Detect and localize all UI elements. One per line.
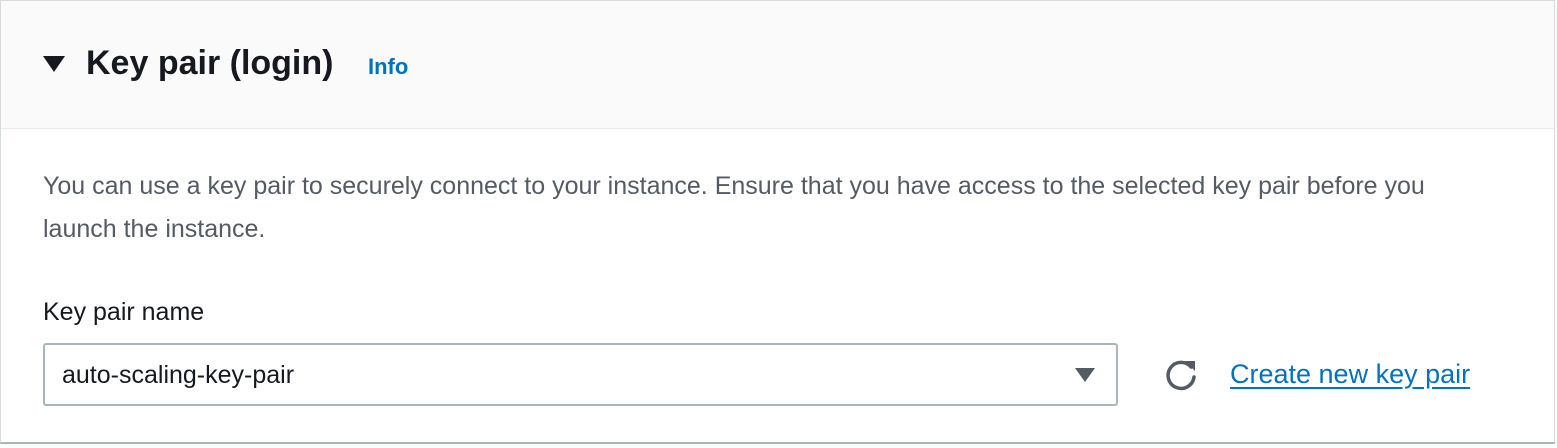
refresh-icon[interactable] [1161,355,1201,395]
info-link[interactable]: Info [368,53,408,81]
panel-header: Key pair (login) Info [1,1,1554,129]
dropdown-caret-icon [1074,367,1096,383]
key-pair-selected-value: auto-scaling-key-pair [62,361,295,389]
key-pair-name-label: Key pair name [43,298,205,326]
caret-down-icon[interactable] [41,53,67,75]
panel-title: Key pair (login) [86,44,334,82]
create-new-key-pair-link[interactable]: Create new key pair [1230,357,1470,391]
key-pair-select[interactable]: auto-scaling-key-pair [43,343,1118,406]
panel-description: You can use a key pair to securely conne… [43,172,1425,243]
key-pair-panel: Key pair (login) Info You can use a key … [0,0,1555,444]
